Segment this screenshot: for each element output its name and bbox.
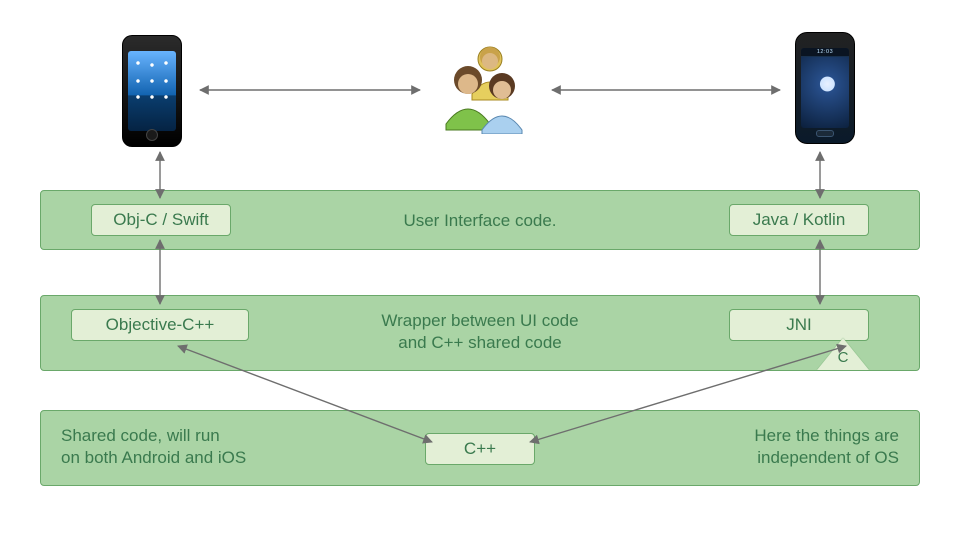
triangle-c-label: C bbox=[835, 349, 851, 366]
caption-shared-right-line1: Here the things are bbox=[754, 425, 899, 447]
caption-shared-left: Shared code, will run on both Android an… bbox=[61, 425, 246, 469]
layer-ui: Obj-C / Swift User Interface code. Java … bbox=[40, 190, 920, 250]
triangle-c: C bbox=[817, 338, 869, 370]
layer-shared: Shared code, will run on both Android an… bbox=[40, 410, 920, 486]
users-icon bbox=[436, 42, 532, 134]
diagram-stage: Obj-C / Swift User Interface code. Java … bbox=[0, 0, 960, 540]
box-cpp: C++ bbox=[425, 433, 535, 465]
caption-shared-right: Here the things are independent of OS bbox=[754, 425, 899, 469]
android-phone-icon bbox=[795, 32, 855, 144]
layer-wrapper: Objective-C++ Wrapper between UI code an… bbox=[40, 295, 920, 371]
caption-shared-right-line2: independent of OS bbox=[754, 447, 899, 469]
caption-shared-left-line1: Shared code, will run bbox=[61, 425, 246, 447]
caption-shared-left-line2: on both Android and iOS bbox=[61, 447, 246, 469]
box-jni: JNI bbox=[729, 309, 869, 341]
box-java-kotlin: Java / Kotlin bbox=[729, 204, 869, 236]
iphone-icon bbox=[122, 35, 182, 147]
